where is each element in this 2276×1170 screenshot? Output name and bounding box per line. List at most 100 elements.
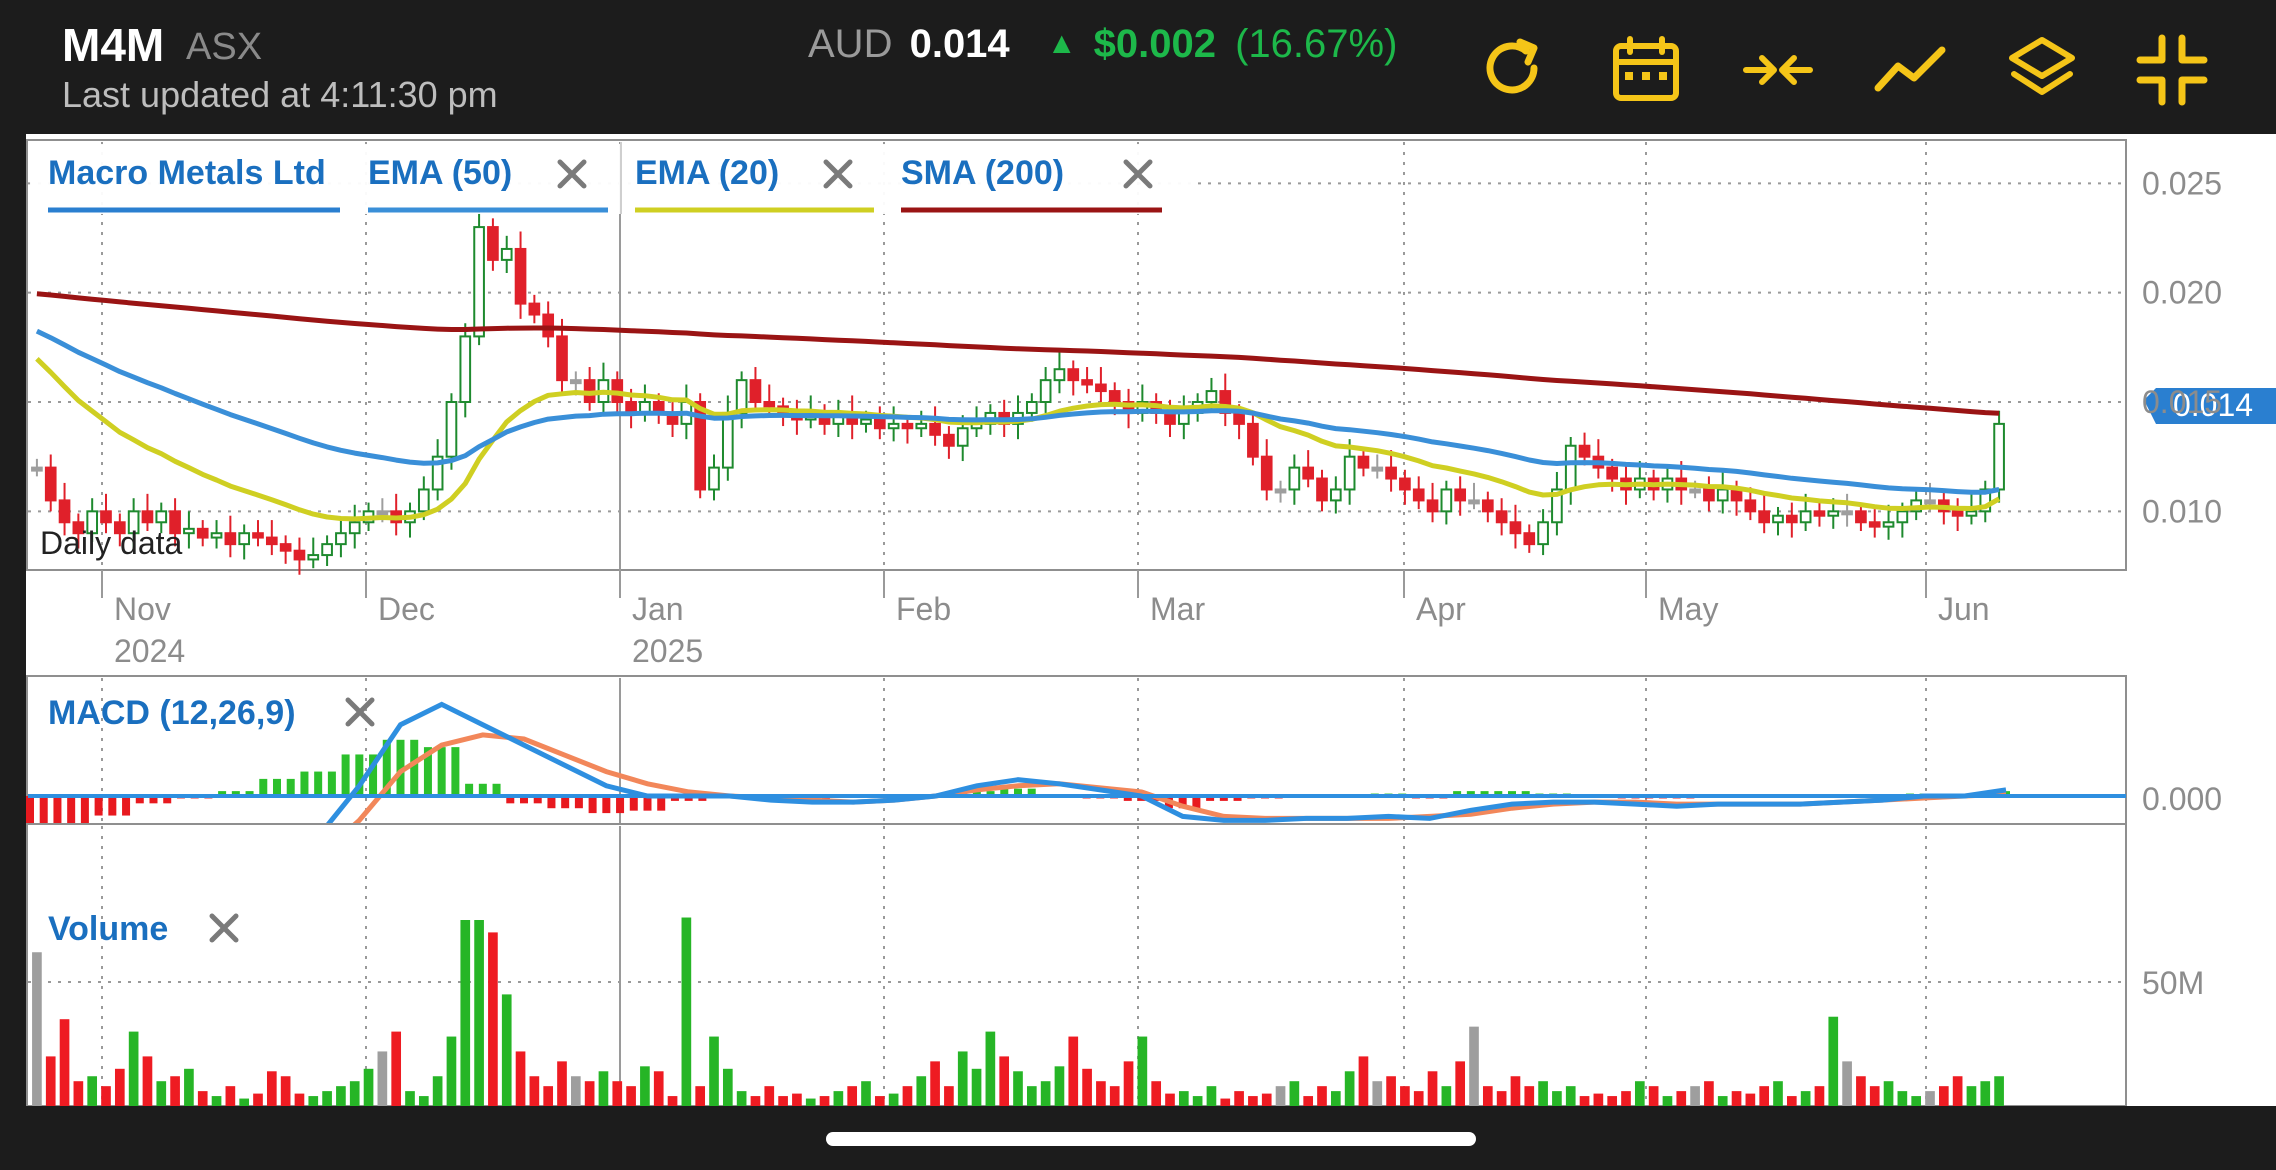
volume-bar xyxy=(1372,1081,1383,1106)
exit-fullscreen-icon[interactable] xyxy=(2136,34,2208,106)
volume-bar xyxy=(1552,1091,1562,1106)
candle xyxy=(1095,383,1107,393)
legend-item-macd[interactable]: MACD (12,26,9) xyxy=(48,694,296,732)
volume-bar xyxy=(184,1068,194,1106)
trend-line-icon[interactable] xyxy=(1874,34,1946,106)
daily-data-label: Daily data xyxy=(40,525,183,561)
volume-bar xyxy=(1731,1091,1742,1106)
legend-item-sma200[interactable]: SMA (200) xyxy=(901,154,1064,192)
refresh-icon[interactable] xyxy=(1476,34,1548,106)
volume-bar xyxy=(1303,1096,1314,1106)
volume-bar xyxy=(1966,1086,1977,1106)
layers-icon[interactable] xyxy=(2006,34,2078,106)
candle xyxy=(749,379,762,404)
volume-bar xyxy=(114,1068,125,1106)
compress-icon[interactable] xyxy=(1742,34,1814,106)
candle xyxy=(1785,514,1798,524)
volume-bar xyxy=(1413,1091,1424,1106)
volume-bar xyxy=(1690,1086,1700,1106)
legend-item-macro-metals[interactable]: Macro Metals Ltd xyxy=(48,154,326,192)
legend-item-ema50[interactable]: EMA (50) xyxy=(368,154,512,192)
volume-bar xyxy=(1317,1086,1327,1106)
candle xyxy=(542,313,555,338)
volume-bar xyxy=(87,1076,98,1106)
macd-histogram-bar xyxy=(108,796,117,816)
candle xyxy=(1882,521,1895,528)
candle xyxy=(569,379,582,385)
volume-bar xyxy=(294,1093,305,1106)
volume-bar xyxy=(418,1096,429,1106)
candle xyxy=(252,532,264,539)
candle xyxy=(1827,510,1840,517)
candle xyxy=(1537,521,1549,546)
candle xyxy=(1039,379,1052,404)
candle xyxy=(943,433,955,447)
volume-bar xyxy=(1510,1076,1521,1106)
chart-area[interactable]: 0.014 Macro Metals Ltd EMA (50) EMA (20)… xyxy=(26,134,2276,1106)
volume-bar xyxy=(543,1086,554,1106)
candle xyxy=(1371,466,1384,472)
candle xyxy=(1495,510,1508,524)
candle xyxy=(279,543,292,552)
candle xyxy=(183,527,195,535)
candle xyxy=(1896,510,1909,524)
volume-bar xyxy=(1123,1061,1134,1106)
calendar-icon[interactable] xyxy=(1610,34,1682,106)
volume-bar xyxy=(1814,1086,1825,1106)
volume-bar xyxy=(557,1061,567,1106)
volume-bar xyxy=(349,1081,360,1106)
volume-bar xyxy=(1206,1086,1217,1106)
volume-bar xyxy=(377,1051,388,1106)
volume-bar xyxy=(985,1031,996,1106)
volume-bar xyxy=(1275,1086,1286,1106)
exchange-label: ASX xyxy=(186,26,263,68)
up-triangle-icon: ▲ xyxy=(1046,27,1077,60)
candle xyxy=(1067,368,1080,382)
volume-bar xyxy=(1151,1081,1162,1106)
volume-bar xyxy=(142,1056,153,1106)
price-summary: AUD 0.014 ▲ $0.002 (16.67%) xyxy=(808,22,1397,67)
candle xyxy=(1177,411,1190,425)
candle xyxy=(1468,499,1480,505)
ticker-symbol: M4M xyxy=(62,19,165,71)
chart-canvas[interactable]: 0.014 Macro Metals Ltd EMA (50) EMA (20)… xyxy=(26,134,2276,1106)
candle xyxy=(473,226,485,338)
volume-bar xyxy=(391,1031,402,1106)
price-y-tick: 0.025 xyxy=(2142,165,2222,201)
home-indicator[interactable] xyxy=(826,1132,1476,1146)
volume-bar xyxy=(1400,1086,1410,1106)
candle xyxy=(459,335,472,404)
candle xyxy=(1841,510,1853,516)
candle xyxy=(956,427,969,447)
volume-bar xyxy=(446,1036,457,1106)
macd-histogram-bar xyxy=(437,747,446,796)
legend-item-ema20[interactable]: EMA (20) xyxy=(635,154,779,192)
legend-item-volume[interactable]: Volume xyxy=(48,910,168,948)
x-tick-label: Nov xyxy=(114,591,171,627)
candle xyxy=(873,418,886,430)
candle xyxy=(528,302,541,316)
price-y-tick: 0.015 xyxy=(2142,384,2222,420)
candle xyxy=(307,554,320,561)
candle xyxy=(293,549,306,561)
candle xyxy=(1924,499,1936,505)
volume-bar xyxy=(432,1076,443,1106)
volume-bar xyxy=(1579,1096,1590,1106)
candle xyxy=(1053,368,1066,382)
volume-bar xyxy=(874,1096,885,1106)
volume-bar xyxy=(515,1051,526,1106)
macd-histogram-bar xyxy=(616,796,625,814)
candle xyxy=(1993,422,2005,491)
volume-bar xyxy=(1759,1086,1770,1106)
volume-bar xyxy=(1109,1086,1120,1106)
volume-bar xyxy=(197,1091,208,1106)
candle xyxy=(1288,466,1301,491)
volume-bar xyxy=(1165,1093,1175,1106)
volume-bar xyxy=(1565,1086,1576,1106)
candle xyxy=(1716,488,1729,502)
volume-bar xyxy=(1068,1036,1079,1106)
candle xyxy=(1606,466,1619,480)
price-change-percent: (16.67%) xyxy=(1235,22,1398,66)
volume-bar xyxy=(1717,1096,1728,1106)
volume-bar xyxy=(73,1081,84,1106)
